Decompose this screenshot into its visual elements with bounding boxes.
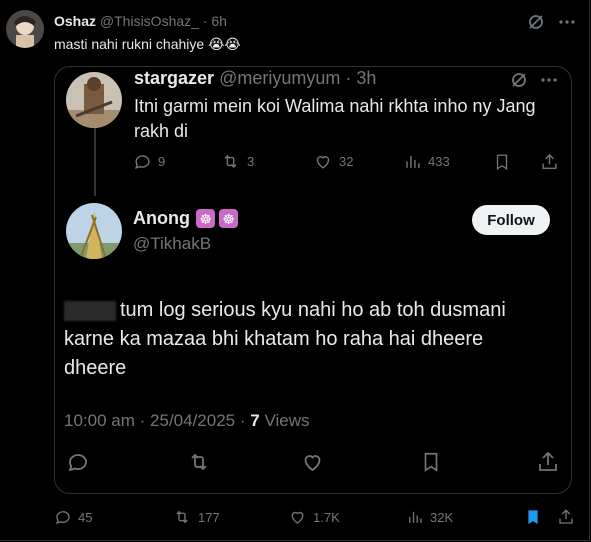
views-icon — [406, 155, 420, 168]
avatar-anong[interactable] — [66, 203, 122, 259]
dharma-wheel-badge-icon: ☸ — [195, 209, 215, 228]
parent-reply-count: 9 — [158, 154, 166, 169]
reply-icon — [68, 454, 87, 472]
thread-connector — [94, 126, 96, 196]
reply-author-row: Anong ☸ ☸ — [133, 208, 238, 229]
parent-like-button[interactable]: 32 — [313, 152, 353, 171]
views-icon — [409, 511, 422, 523]
outer-bookmark-button[interactable] — [525, 508, 541, 526]
repost-icon — [176, 510, 188, 524]
tweet-time[interactable]: 6h — [211, 13, 227, 29]
follow-button[interactable]: Follow — [472, 205, 550, 235]
outer-repost-count: 177 — [198, 509, 220, 525]
bookmark-filled-icon — [528, 510, 538, 525]
reply-reply-button[interactable] — [66, 450, 90, 474]
reply-meta: 10:00 am · 25/04/2025 · 7 Views — [64, 411, 310, 431]
outer-repost-button[interactable]: 177 — [172, 508, 220, 526]
outer-views-count: 32K — [430, 509, 454, 525]
reply-icon — [55, 511, 70, 525]
avatar-oshaz[interactable] — [6, 10, 44, 48]
redacted-mention — [64, 300, 116, 321]
outer-reply-button[interactable]: 45 — [54, 508, 92, 526]
outer-tweet-text: masti nahi rukni chahiye 😭😭 — [54, 36, 241, 52]
parent-repost-button[interactable]: 3 — [220, 152, 254, 171]
author-handle[interactable]: @ThisisOshaz_ — [100, 13, 199, 29]
outer-views-button[interactable]: 32K — [406, 508, 453, 526]
repost-icon — [191, 453, 207, 471]
reply-views-count: 7 — [250, 411, 260, 430]
reply-tweet-body: tum log serious kyu nahi ho ab toh dusma… — [64, 296, 544, 383]
outer-like-count: 1.7K — [313, 509, 340, 525]
parent-bookmark-button[interactable] — [493, 152, 511, 172]
share-icon — [539, 451, 557, 471]
reply-tweet-text: tum log serious kyu nahi ho ab toh dusma… — [64, 299, 506, 379]
heart-icon — [291, 511, 304, 524]
parent-share-button[interactable] — [540, 152, 559, 172]
dharma-wheel-badge-icon: ☸ — [218, 209, 238, 228]
parent-more-icon[interactable] — [539, 71, 559, 89]
reply-like-button[interactable] — [300, 450, 325, 474]
author-name[interactable]: Oshaz — [54, 13, 96, 29]
reply-share-button[interactable] — [536, 450, 560, 474]
reply-date[interactable]: 25/04/2025 — [150, 411, 235, 430]
parent-like-count: 32 — [339, 154, 354, 169]
heart-icon — [316, 156, 330, 169]
reply-icon — [135, 155, 150, 169]
share-icon — [542, 153, 557, 170]
grok-icon[interactable] — [527, 13, 545, 31]
separator-dot: · — [139, 411, 146, 430]
heart-icon — [304, 455, 321, 472]
reply-repost-button[interactable] — [186, 450, 212, 474]
parent-reply-button[interactable]: 9 — [133, 152, 165, 171]
more-icon[interactable] — [557, 13, 577, 31]
parent-author-handle[interactable]: @meriyumyum — [219, 68, 340, 88]
outer-tweet-header: Oshaz @ThisisOshaz_ · 6h — [54, 13, 227, 29]
parent-repost-count: 3 — [247, 154, 255, 169]
separator-dot: · — [202, 13, 208, 29]
parent-tweet-text: Itni garmi mein koi Walima nahi rkhta in… — [134, 96, 536, 141]
bookmark-icon — [496, 154, 508, 171]
reply-author-handle[interactable]: @TikhakB — [133, 234, 211, 254]
parent-views-count: 433 — [428, 154, 450, 169]
repost-icon — [224, 154, 237, 169]
parent-tweet-time[interactable]: 3h — [356, 68, 376, 88]
share-icon — [559, 509, 573, 524]
outer-share-button[interactable] — [557, 508, 575, 526]
avatar-stargazer[interactable] — [66, 72, 122, 128]
bookmark-icon — [424, 452, 438, 472]
parent-grok-icon[interactable] — [510, 71, 528, 89]
parent-author-name[interactable]: stargazer — [134, 68, 214, 88]
separator-dot: · — [239, 411, 246, 430]
outer-like-button[interactable]: 1.7K — [288, 508, 340, 526]
parent-views-button[interactable]: 433 — [403, 152, 450, 171]
parent-tweet-header: stargazer @meriyumyum · 3h — [134, 68, 376, 89]
reply-author-name[interactable]: Anong — [133, 208, 190, 229]
reply-bookmark-button[interactable] — [420, 450, 442, 474]
reply-views-label: Views — [264, 411, 310, 430]
separator-dot: · — [345, 68, 352, 88]
outer-reply-count: 45 — [78, 509, 93, 525]
reply-time[interactable]: 10:00 am — [64, 411, 135, 430]
